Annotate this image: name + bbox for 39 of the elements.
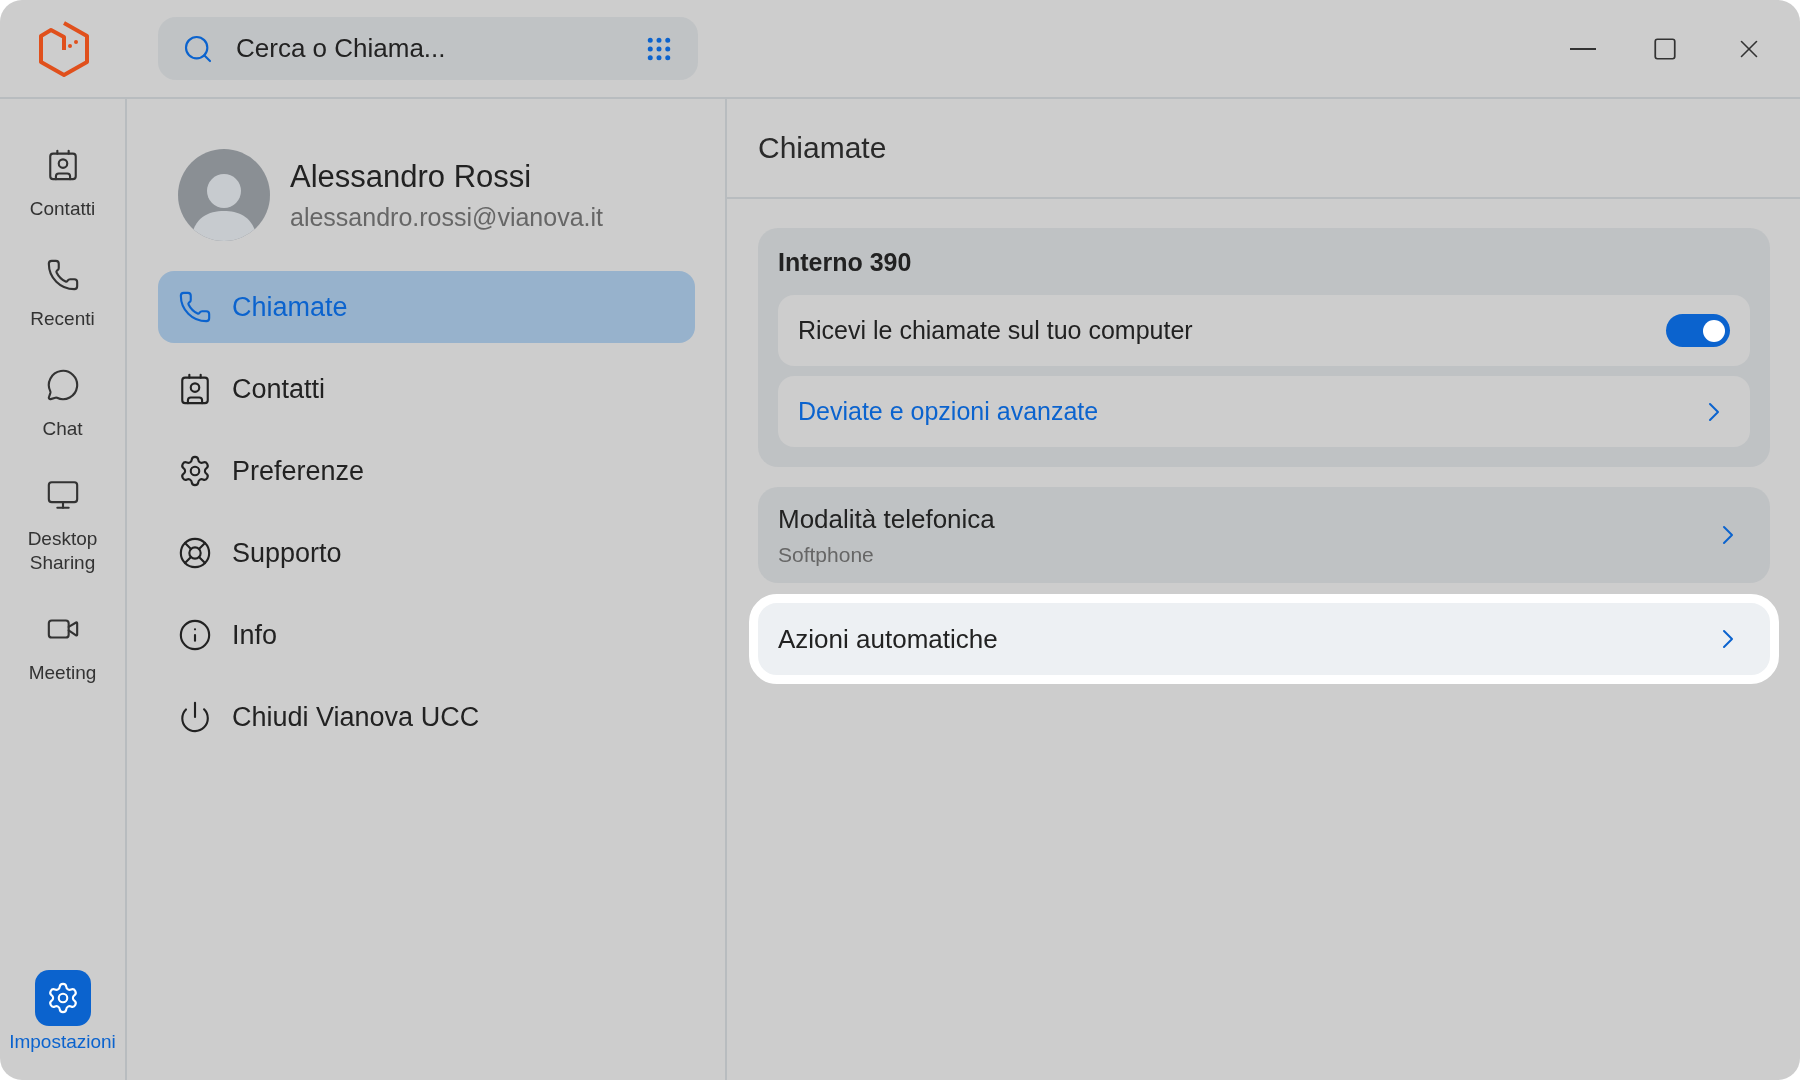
rail-nav-item[interactable]: Contatti — [2, 137, 123, 221]
page-title: Chiamate — [727, 99, 1800, 199]
setting-label: Ricevi le chiamate sul tuo computer — [798, 316, 1193, 345]
search-bar[interactable]: Cerca o Chiama... — [158, 17, 698, 80]
settings-nav-card[interactable]: Modalità telefonica Softphone — [758, 487, 1770, 583]
minimize-icon — [1570, 47, 1596, 50]
settings-menu-item[interactable]: Chiudi Vianova UCC — [158, 681, 695, 753]
settings-menu-item[interactable]: Contatti — [158, 353, 695, 425]
monitor-icon — [45, 478, 80, 512]
settings-link-row[interactable]: Deviate e opzioni avanzate — [778, 376, 1750, 447]
profile-name: Alessandro Rossi — [290, 158, 533, 195]
lifebuoy-icon — [178, 536, 212, 570]
card-subtitle: Softphone — [778, 542, 875, 567]
rail-nav-item[interactable]: Recenti — [2, 247, 123, 331]
rail-nav-item[interactable]: Meeting — [2, 601, 123, 685]
phone-icon — [45, 258, 80, 292]
card-title: Interno 390 — [778, 248, 913, 277]
profile-email: alessandro.rossi@vianova.it — [290, 202, 604, 232]
power-icon — [178, 700, 212, 734]
maximize-button[interactable] — [1652, 35, 1678, 62]
card-title: Azioni automatiche — [778, 623, 998, 655]
settings-icon — [178, 454, 212, 488]
phone-icon — [178, 290, 212, 324]
cube-logo-icon — [36, 19, 91, 78]
card-title: Modalità telefonica — [778, 503, 995, 535]
info-icon — [178, 618, 212, 652]
rail-nav-item[interactable]: Desktop Sharing — [2, 467, 123, 575]
settings-nav-card[interactable]: Azioni automatiche — [749, 594, 1779, 684]
settings-menu-item[interactable]: Preferenze — [158, 435, 695, 507]
settings-menu-item[interactable]: Info — [158, 599, 695, 671]
rail-nav-item[interactable]: Chat — [2, 357, 123, 441]
toggle-switch[interactable] — [1666, 314, 1730, 347]
contact-card-icon — [178, 372, 212, 406]
settings-menu-item[interactable]: Supporto — [158, 517, 695, 589]
minimize-button[interactable] — [1570, 47, 1596, 50]
rail-nav-item[interactable]: Impostazioni — [2, 970, 123, 1054]
chat-bubble-icon — [45, 368, 80, 402]
search-field[interactable]: Cerca o Chiama... — [234, 32, 624, 65]
maximize-icon — [1652, 35, 1678, 62]
